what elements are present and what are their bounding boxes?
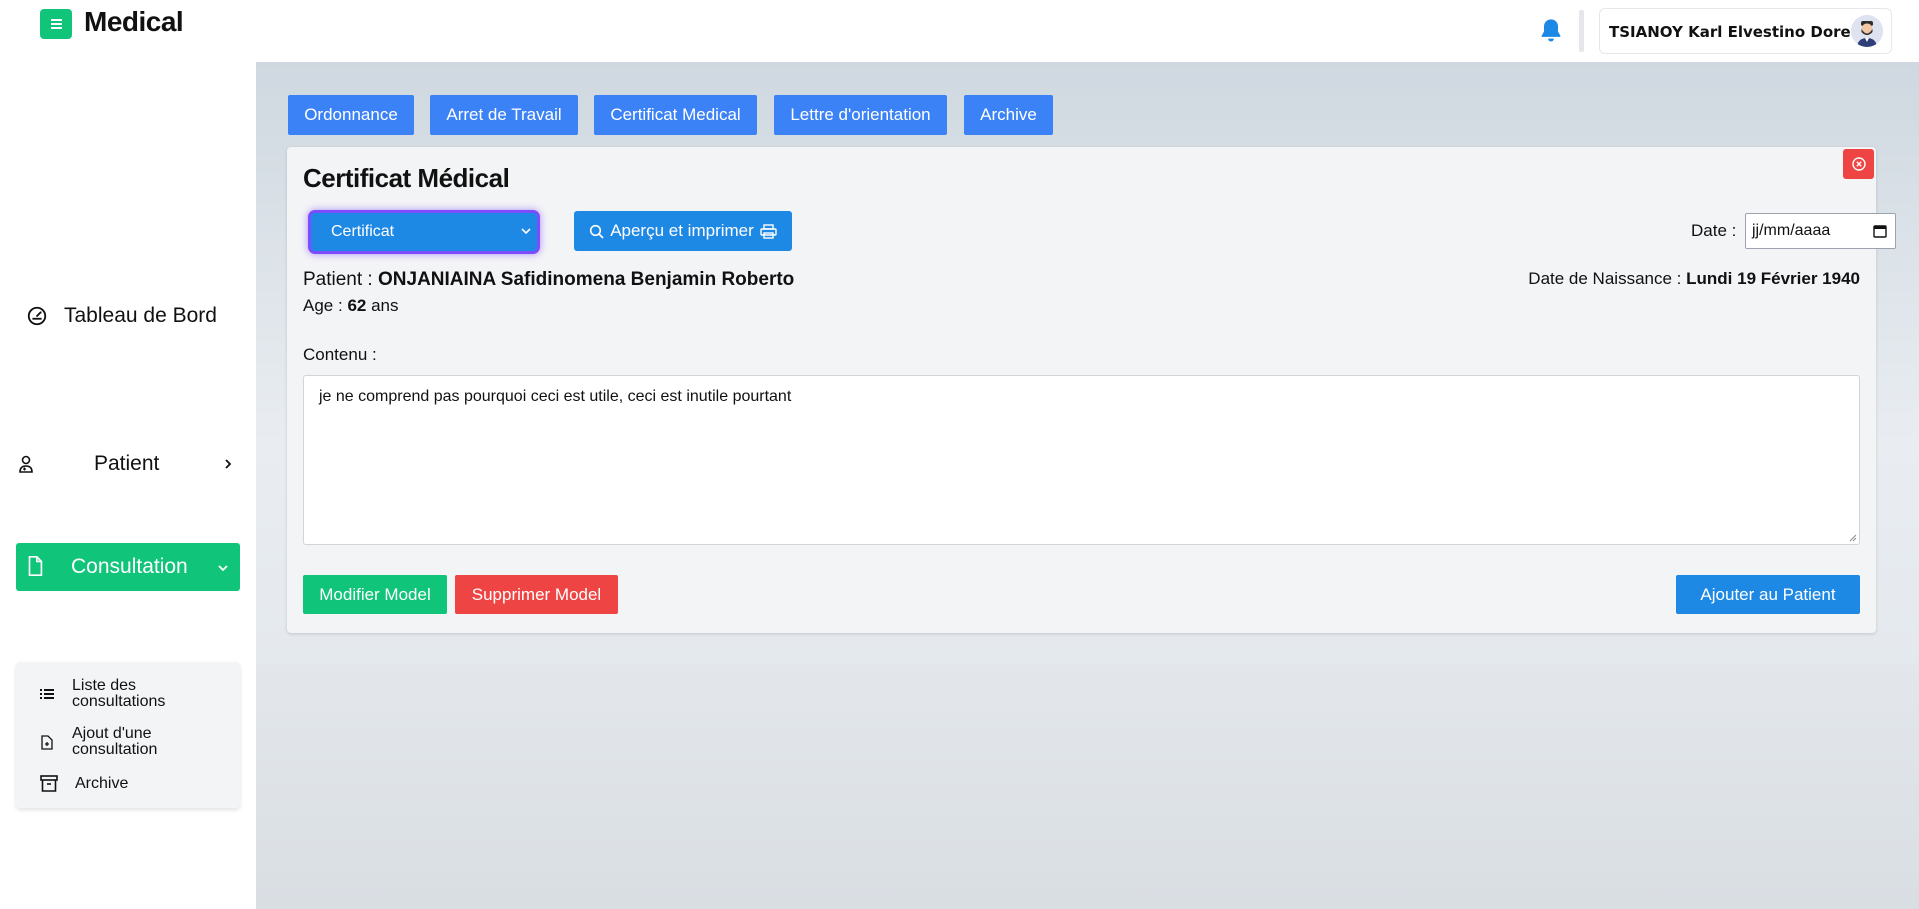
patient-label: Patient :	[303, 269, 373, 290]
resize-grip-icon[interactable]	[1849, 534, 1857, 542]
archive-icon	[40, 775, 58, 792]
chevron-right-icon	[225, 459, 232, 469]
top-bar: Medical TSIANOY Karl Elvestino Dorelin	[0, 0, 1919, 62]
patient-info: Patient : ONJANIAINA Safidinomena Benjam…	[303, 269, 794, 291]
content-textarea[interactable]: je ne comprend pas pourquoi ceci est uti…	[303, 375, 1860, 545]
tab-ordonnance[interactable]: Ordonnance	[288, 95, 414, 135]
certificat-card: Certificat Médical Certificat Aperçu et …	[287, 147, 1896, 633]
sidebar: Tableau de Bord Patient Consultation Lis…	[0, 62, 256, 909]
age-value: 62	[347, 296, 367, 315]
close-circle-icon	[1851, 157, 1866, 171]
submenu-item-add-consultation[interactable]: Ajout d'une consultation	[16, 726, 240, 760]
preview-print-button[interactable]: Aperçu et imprimer	[574, 211, 792, 251]
document-icon	[28, 556, 43, 576]
bell-icon[interactable]	[1537, 17, 1565, 45]
menu-icon[interactable]	[40, 9, 72, 39]
search-icon	[590, 224, 604, 239]
close-button[interactable]	[1843, 149, 1874, 179]
tab-archive[interactable]: Archive	[964, 95, 1053, 135]
card-title: Certificat Médical	[303, 163, 510, 193]
dob-value: Lundi 19 Février 1940	[1686, 269, 1860, 288]
age-label: Age :	[303, 296, 343, 315]
submenu-item-archive[interactable]: Archive	[16, 774, 240, 796]
model-select-value: Certificat	[331, 223, 395, 240]
dashboard-gauge-icon	[27, 306, 47, 326]
delete-model-button[interactable]: Supprimer Model	[455, 575, 618, 614]
tab-arret-de-travail[interactable]: Arret de Travail	[430, 95, 578, 135]
sidebar-item-label: Patient	[94, 452, 160, 475]
calendar-icon[interactable]	[1873, 224, 1887, 238]
patient-name: ONJANIAINA Safidinomena Benjamin Roberto	[378, 269, 795, 290]
edit-model-button[interactable]: Modifier Model	[303, 575, 447, 614]
date-label: Date :	[1691, 221, 1737, 240]
submenu-label: Archive	[75, 775, 129, 792]
age-info: Age : 62 ans	[303, 296, 399, 316]
submenu-label-line1: Liste des	[72, 677, 137, 694]
main-content: Ordonnance Arret de Travail Certificat M…	[256, 62, 1919, 909]
patient-icon	[19, 455, 33, 473]
chevron-down-icon	[521, 228, 531, 235]
submenu-label-line2: consultation	[72, 741, 158, 758]
date-placeholder: jj/mm/aaaa	[1752, 222, 1831, 239]
printer-icon	[760, 223, 777, 239]
sidebar-item-consultation[interactable]: Consultation	[16, 543, 240, 591]
sidebar-item-dashboard[interactable]: Tableau de Bord	[16, 292, 240, 340]
main-background-lower	[256, 664, 1919, 909]
submenu-label-line1: Ajout d'une	[72, 725, 152, 742]
preview-print-label: Aperçu et imprimer	[610, 221, 754, 240]
model-select[interactable]: Certificat	[311, 213, 537, 251]
submenu-label-line2: consultations	[72, 693, 166, 710]
content-label: Contenu :	[303, 345, 377, 364]
tab-lettre-orientation[interactable]: Lettre d'orientation	[774, 95, 947, 135]
file-add-icon	[41, 735, 53, 750]
content-text: je ne comprend pas pourquoi ceci est uti…	[319, 388, 792, 405]
consultation-submenu: Liste des consultations Ajout d'une cons…	[16, 662, 240, 808]
user-name: TSIANOY Karl Elvestino Dorelin	[1609, 23, 1872, 41]
sidebar-item-label: Consultation	[71, 555, 188, 578]
app-title: Medical	[84, 6, 184, 37]
add-to-patient-button[interactable]: Ajouter au Patient	[1676, 575, 1860, 614]
sidebar-item-label: Tableau de Bord	[64, 304, 217, 327]
date-input[interactable]: jj/mm/aaaa	[1745, 213, 1896, 249]
tab-certificat-medical[interactable]: Certificat Medical	[594, 95, 757, 135]
birth-date-info: Date de Naissance : Lundi 19 Février 194…	[1528, 269, 1860, 289]
chevron-down-icon	[218, 565, 228, 572]
user-avatar	[1851, 15, 1883, 47]
submenu-item-list-consultations[interactable]: Liste des consultations	[16, 678, 240, 712]
dob-label: Date de Naissance :	[1528, 269, 1682, 288]
user-menu[interactable]: TSIANOY Karl Elvestino Dorelin	[1599, 8, 1892, 54]
age-unit: ans	[371, 296, 399, 315]
sidebar-item-patient[interactable]: Patient	[16, 440, 240, 488]
header-divider	[1579, 10, 1584, 52]
list-icon	[40, 689, 54, 699]
